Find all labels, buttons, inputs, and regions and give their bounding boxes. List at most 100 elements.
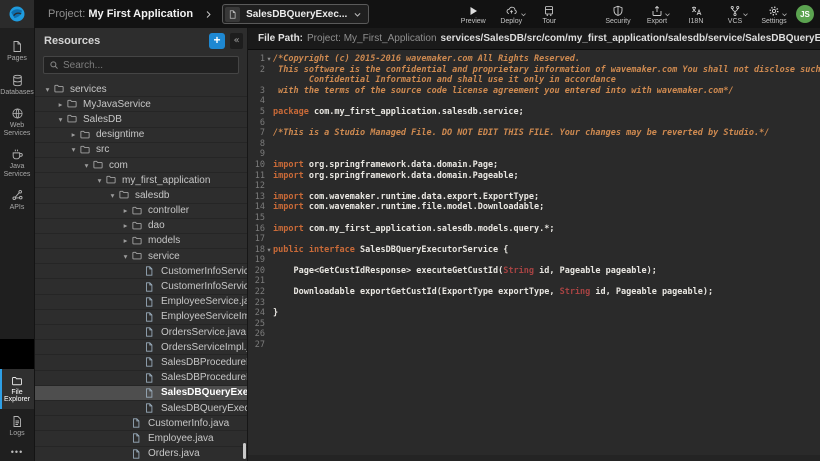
user-avatar[interactable]: JS [796,5,814,23]
i18n-button[interactable]: I18N [680,2,712,26]
tree-expand-arrow-icon[interactable]: ▾ [42,85,53,94]
resources-title: Resources [44,35,209,47]
tree-folder-item[interactable]: ▸ MyJavaService [35,97,247,112]
code-text: package com.my_first_application.salesdb… [273,107,820,118]
more-options-button[interactable]: ••• [0,442,34,461]
tree-item-label: MyJavaService [83,99,151,110]
log-file-icon [11,415,23,428]
file-icon [144,326,156,338]
tree-expand-arrow-icon[interactable]: ▾ [81,161,92,170]
tree-file-item[interactable]: SalesDBQueryExecutorServiceImpl.java [35,401,247,416]
tree-file-item[interactable]: EmployeeServiceImpl.java [35,310,247,325]
tree-expand-arrow-icon[interactable]: ▾ [120,252,131,261]
tour-button[interactable]: Tour [533,2,565,26]
sidebar-item-logs[interactable]: Logs [0,409,34,443]
export-button[interactable]: Export [641,2,673,26]
tree-folder-item[interactable]: ▾salesdb [35,188,247,203]
wavemaker-logo[interactable] [0,0,34,28]
sidebar-item-file-explorer[interactable]: File Explorer [0,369,34,409]
code-text: import com.my_first_application.salesdb.… [273,224,820,235]
code-text [273,276,820,287]
open-file-dropdown[interactable]: SalesDBQueryExec... [222,4,369,24]
deploy-button[interactable]: Deploy [495,2,527,26]
code-fold-spacer [265,255,273,266]
file-icon [131,432,143,444]
sidebar-item-apis[interactable]: APIs [0,183,34,217]
sidebar-item-databases[interactable]: Databases [0,68,34,102]
code-editor[interactable]: 1▾/*Copyright (c) 2015-2016 wavemaker.co… [248,50,820,461]
add-resource-button[interactable]: + [209,33,225,49]
collapse-panel-button[interactable]: « [230,33,243,49]
code-fold-spacer [265,107,273,118]
line-number: 7 [251,128,265,139]
editor-horizontal-scrollbar[interactable] [248,455,820,461]
tree-file-item[interactable]: Employee.java [35,431,247,446]
tree-expand-arrow-icon[interactable]: ▾ [107,191,118,200]
tree-expand-arrow-icon[interactable]: ▸ [120,236,131,245]
tree-file-item[interactable]: OrdersService.java [35,325,247,340]
tree-item-label: Employee.java [148,433,214,444]
code-text: Downloadable exportGetCustId(ExportType … [273,287,820,298]
code-fold-arrow-icon[interactable]: ▾ [265,245,273,256]
sidebar-item-java-services[interactable]: Java Services [0,142,34,183]
tree-scrollbar-thumb[interactable] [243,443,246,459]
tree-folder-item[interactable]: ▾ SalesDB [35,112,247,127]
tree-file-item[interactable]: CustomerInfoServiceImpl.java [35,279,247,294]
code-text [273,255,820,266]
tree-file-item[interactable]: CustomerInfo.java [35,416,247,431]
tree-item-label: EmployeeService.java [161,296,247,307]
settings-button[interactable]: Settings [758,2,790,26]
code-line: 6 [251,118,820,129]
tree-folder-item[interactable]: ▸controller [35,204,247,219]
code-fold-arrow-icon[interactable]: ▾ [265,54,273,65]
tree-item-label: SalesDB [83,114,122,125]
sidebar-item-web-services[interactable]: Web Services [0,101,34,142]
tree-expand-arrow-icon[interactable]: ▾ [94,176,105,185]
preview-button[interactable]: Preview [457,2,489,26]
search-input[interactable] [63,60,233,71]
code-text [273,234,820,245]
security-button[interactable]: Security [602,2,634,26]
code-fold-spacer [265,139,273,150]
code-line: 12 [251,181,820,192]
tree-expand-arrow-icon[interactable]: ▸ [120,221,131,230]
tree-folder-item[interactable]: ▾service [35,249,247,264]
api-nodes-icon [11,189,24,202]
line-number: 21 [251,276,265,287]
code-fold-spacer [265,224,273,235]
tree-folder-item[interactable]: ▸ models [35,234,247,249]
tree-file-item[interactable]: SalesDBProcedureExecutorService.java [35,355,247,370]
tree-folder-item[interactable]: ▸dao [35,219,247,234]
vcs-button[interactable]: VCS [719,2,751,26]
tree-file-item[interactable]: SalesDBQueryExecutorService.java [35,386,247,401]
tree-folder-item[interactable]: ▸designtime [35,128,247,143]
tree-expand-arrow-icon[interactable]: ▾ [55,115,66,124]
code-fold-spacer [265,340,273,351]
tree-file-item[interactable]: EmployeeService.java [35,295,247,310]
tree-file-item[interactable]: OrdersServiceImpl.java [35,340,247,355]
tree-folder-item[interactable]: ▾my_first_application [35,173,247,188]
tree-expand-arrow-icon[interactable]: ▾ [68,145,79,154]
chevron-down-icon [664,11,671,18]
tree-expand-arrow-icon[interactable]: ▸ [120,206,131,215]
tree-folder-item[interactable]: ▾com [35,158,247,173]
code-line: Confidential Information and shall use i… [251,75,820,86]
line-number: 2 [251,65,265,76]
toolbar-right-actions: Security Export I18N [602,2,790,26]
tree-file-item[interactable]: Orders.java [35,447,247,461]
code-text: import com.wavemaker.runtime.data.export… [273,192,820,203]
code-text [273,340,820,351]
code-line: 19 [251,255,820,266]
project-label: Project: [48,8,85,20]
wavemaker-logo-icon [7,4,27,24]
sidebar-item-pages[interactable]: Pages [0,34,34,68]
code-line: 10import org.springframework.data.domain… [251,160,820,171]
project-name[interactable]: My First Application [88,8,193,20]
tree-folder-item[interactable]: ▾services [35,82,247,97]
tree-expand-arrow-icon[interactable]: ▸ [68,130,79,139]
tree-folder-item[interactable]: ▾src [35,143,247,158]
tree-file-item[interactable]: CustomerInfoService.java [35,264,247,279]
tree-item-label: models [148,235,180,246]
tree-expand-arrow-icon[interactable]: ▸ [55,100,66,109]
tree-file-item[interactable]: SalesDBProcedureExecutorServiceImpl.java [35,371,247,386]
